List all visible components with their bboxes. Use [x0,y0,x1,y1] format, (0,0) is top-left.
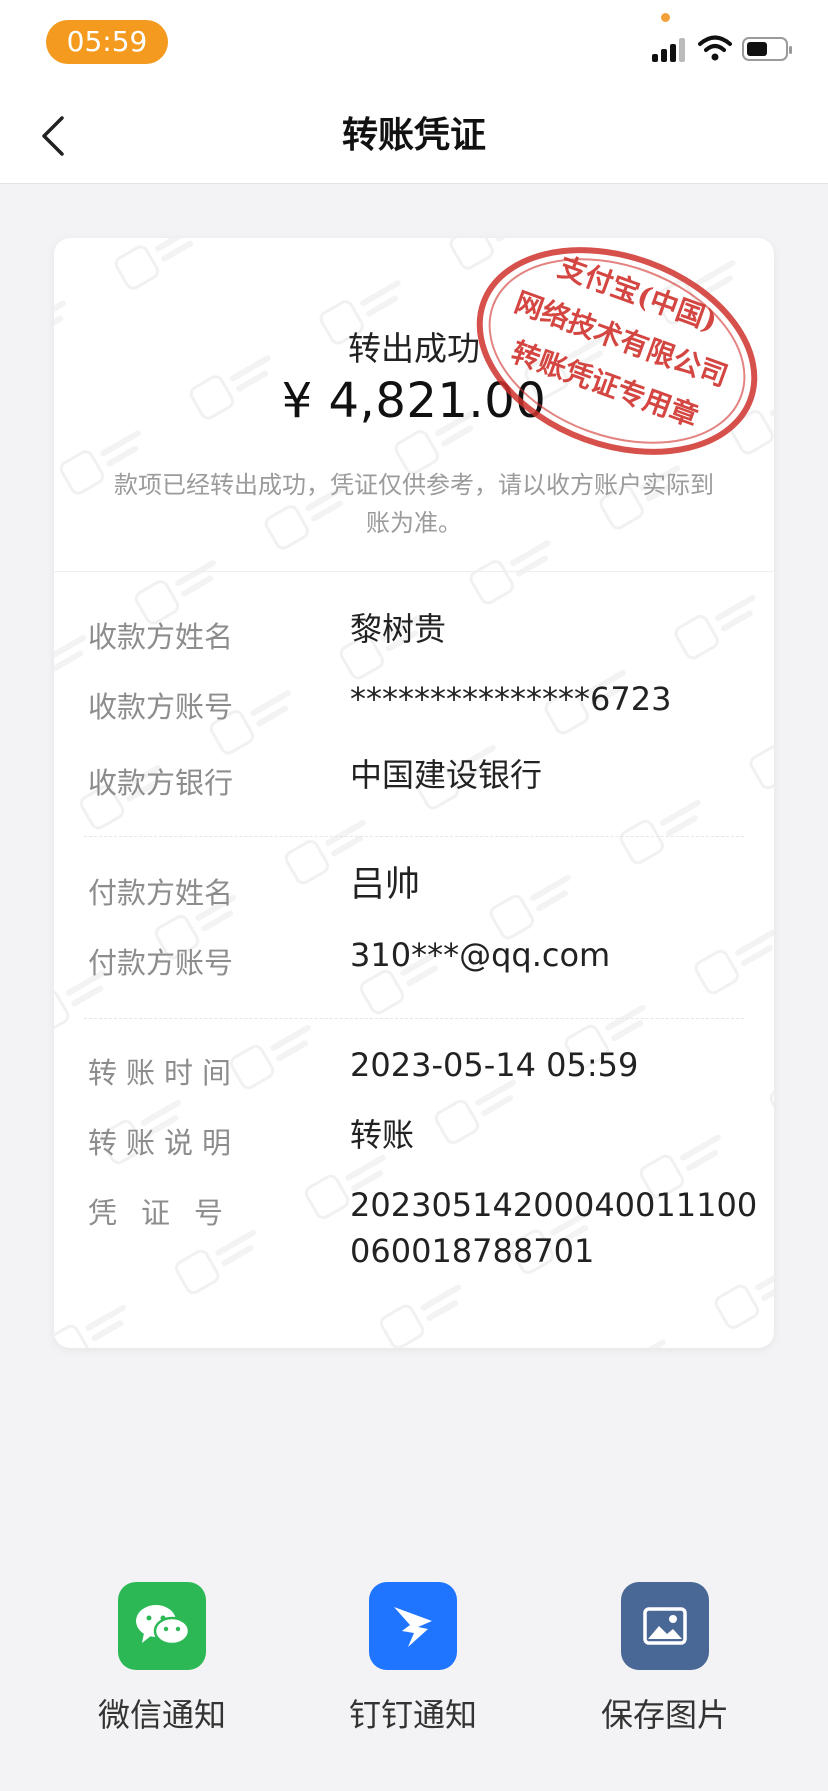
wifi-icon [698,35,732,61]
payee-account-label: 收款方账号 [88,690,234,724]
payee-bank-label: 收款方银行 [88,766,234,800]
payer-name-value: 吕帅 [350,865,421,905]
battery-icon [742,37,792,61]
section-divider [84,836,744,837]
official-seal-stamp: 支付宝(中国) 网络技术有限公司 转账凭证专用章 [476,247,758,455]
payer-account-label: 付款方账号 [88,946,234,980]
receipt-notice: 款项已经转出成功，凭证仅供参考，请以收方账户实际到账为准。 [114,471,714,537]
payer-name-label: 付款方姓名 [88,876,234,910]
receipt-card: 转出成功 ¥ 4,821.00 款项已经转出成功，凭证仅供参考，请以收方账户实际… [54,238,774,1348]
transfer-time-value: 2023-05-14 05:59 [350,1046,639,1084]
payer-account-value: 310***@qq.com [350,936,611,974]
image-icon [621,1582,709,1670]
voucher-number-value: 20230514200040011100060018788701 [350,1186,758,1270]
dingtalk-icon [369,1582,457,1670]
save-image-label: 保存图片 [600,1696,729,1734]
cellular-signal-icon [652,36,690,62]
navigation-bar: 转账凭证 [0,88,828,184]
transfer-memo-label: 转账说明 [88,1126,241,1160]
status-bar: 05:59 [0,0,828,88]
dingtalk-notify-label: 钉钉通知 [348,1696,477,1734]
payee-name-value: 黎树贵 [350,610,447,648]
status-time: 05:59 [46,20,168,64]
privacy-indicator-dot [661,13,670,22]
wechat-icon [118,1582,206,1670]
payee-account-value: ***************6723 [350,680,672,718]
payee-name-label: 收款方姓名 [88,620,234,654]
wechat-notify-button[interactable]: 微信通知 [82,1582,242,1736]
section-divider [84,1018,744,1019]
payee-bank-value: 中国建设银行 [350,756,543,794]
save-image-button[interactable]: 保存图片 [585,1582,745,1736]
voucher-number-label: 凭证号 [88,1196,248,1230]
transfer-time-label: 转账时间 [88,1056,241,1090]
wechat-notify-label: 微信通知 [97,1696,226,1734]
page-title: 转账凭证 [341,115,486,156]
transfer-memo-value: 转账 [350,1116,415,1154]
dingtalk-notify-button[interactable]: 钉钉通知 [333,1582,493,1736]
